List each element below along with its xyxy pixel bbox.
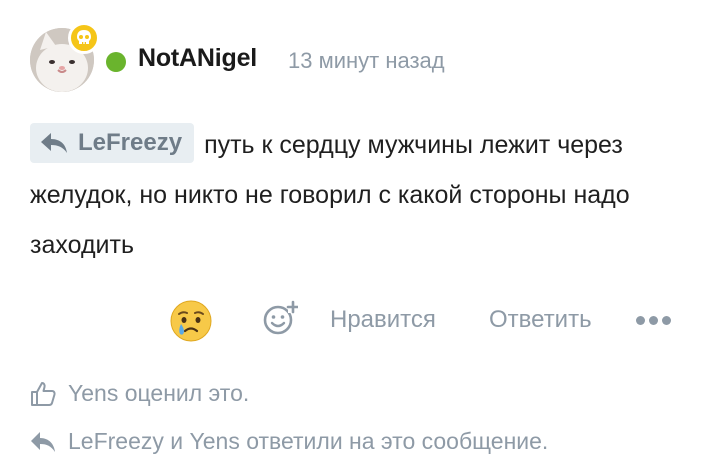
liked-by-text: Yens оценил это. — [68, 380, 250, 406]
author-name[interactable]: NotANigel — [138, 44, 257, 73]
reply-to-chip[interactable]: LeFreezy — [30, 123, 195, 164]
more-dot — [662, 315, 671, 325]
reply-arrow-icon — [41, 133, 67, 154]
crying-face-icon[interactable] — [170, 300, 212, 342]
like-button[interactable]: Нравится — [330, 306, 436, 334]
more-dot — [636, 315, 645, 325]
message-body: LeFreezy путь к сердцу мужчины лежит чер… — [30, 120, 670, 270]
post-timestamp[interactable]: 13 минут назад — [288, 48, 445, 74]
online-status-dot — [106, 52, 126, 72]
replied-by-note[interactable]: LeFreezy и Yens ответили на это сообщени… — [30, 428, 548, 455]
reply-button[interactable]: Ответить — [489, 306, 592, 334]
author-avatar[interactable] — [30, 22, 100, 92]
more-dots-icon[interactable] — [636, 310, 672, 330]
reply-arrow-icon — [31, 431, 55, 452]
thumbs-up-icon — [31, 381, 56, 406]
smiley-plus-icon[interactable] — [262, 300, 300, 336]
liked-by-note[interactable]: Yens оценил это. — [30, 380, 249, 407]
skull-icon — [68, 22, 100, 54]
reply-to-name: LeFreezy — [78, 129, 183, 157]
replied-by-text: LeFreezy и Yens ответили на это сообщени… — [68, 428, 549, 454]
more-dot — [649, 315, 658, 325]
